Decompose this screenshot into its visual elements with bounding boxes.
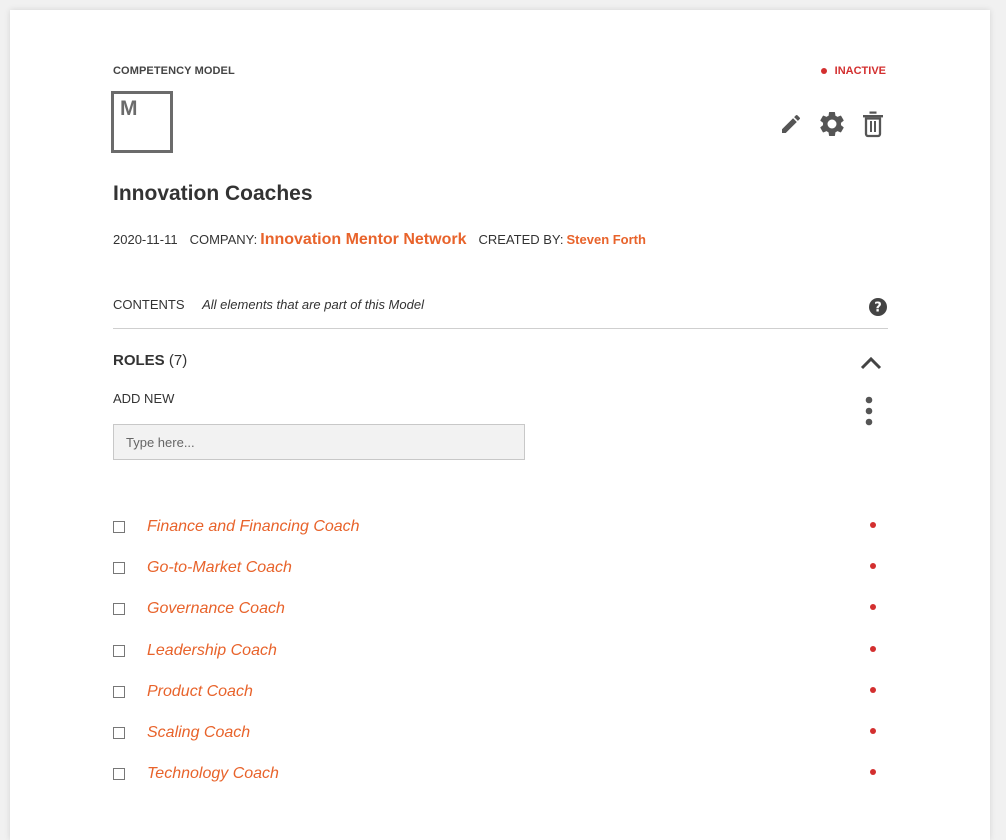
model-icon-letter: M (120, 97, 138, 120)
more-vertical-icon[interactable] (865, 396, 873, 431)
created-by-label: CREATED BY: (478, 232, 564, 247)
contents-header: CONTENTS All elements that are part of t… (113, 297, 888, 329)
trash-icon[interactable] (861, 110, 885, 138)
roles-count: (7) (168, 352, 188, 369)
role-checkbox[interactable] (113, 603, 125, 616)
status-dot-icon (870, 562, 876, 569)
role-checkbox[interactable] (113, 685, 125, 698)
list-item: Product Coach (113, 671, 878, 712)
role-link[interactable]: Scaling Coach (147, 724, 250, 742)
status-dot-icon (870, 645, 876, 652)
model-actions (779, 109, 885, 139)
page-title: Innovation Coaches (113, 182, 313, 205)
pencil-icon[interactable] (779, 112, 803, 136)
add-role-input[interactable] (113, 424, 525, 460)
help-icon[interactable]: ? (868, 297, 888, 320)
contents-label: CONTENTS (113, 297, 185, 312)
svg-text:?: ? (874, 301, 882, 316)
contents-description: All elements that are part of this Model (202, 297, 424, 312)
company-label: COMPANY: (189, 232, 258, 247)
gear-icon[interactable] (817, 109, 847, 139)
role-checkbox[interactable] (113, 768, 125, 781)
model-meta: 2020-11-11 COMPANY: Innovation Mentor Ne… (113, 231, 646, 249)
role-link[interactable]: Leadership Coach (147, 642, 277, 660)
role-checkbox[interactable] (113, 520, 125, 533)
status-dot-icon (870, 604, 876, 611)
roles-list: Finance and Financing Coach Go-to-Market… (113, 506, 878, 795)
role-link[interactable]: Product Coach (147, 683, 253, 701)
status-dot-icon (820, 68, 827, 74)
created-date: 2020-11-11 (113, 232, 178, 247)
status-dot-icon (870, 769, 876, 776)
creator-link[interactable]: Steven Forth (567, 232, 646, 247)
company-link[interactable]: Innovation Mentor Network (260, 231, 466, 249)
role-checkbox[interactable] (113, 644, 125, 657)
model-type-label: COMPETENCY MODEL (113, 65, 235, 77)
list-item: Scaling Coach (113, 712, 878, 753)
role-link[interactable]: Governance Coach (147, 600, 285, 618)
role-checkbox[interactable] (113, 561, 125, 574)
role-link[interactable]: Technology Coach (147, 765, 279, 783)
list-item: Governance Coach (113, 589, 878, 630)
list-item: Leadership Coach (113, 630, 878, 671)
list-item: Finance and Financing Coach (113, 506, 878, 547)
role-link[interactable]: Go-to-Market Coach (147, 559, 292, 577)
roles-heading: ROLES (7) (113, 352, 187, 369)
add-new-label: ADD NEW (113, 391, 175, 406)
model-letter-icon: M (111, 91, 173, 153)
role-link[interactable]: Finance and Financing Coach (147, 518, 360, 536)
status-label: INACTIVE (834, 65, 886, 77)
status-badge: INACTIVE (820, 65, 886, 77)
list-item: Technology Coach (113, 754, 878, 795)
role-checkbox[interactable] (113, 727, 125, 740)
model-card: COMPETENCY MODEL INACTIVE M Innovation C… (10, 10, 990, 840)
status-dot-icon (870, 686, 876, 693)
roles-heading-label: ROLES (113, 352, 165, 369)
list-item: Go-to-Market Coach (113, 547, 878, 588)
chevron-up-icon[interactable] (860, 356, 882, 375)
status-dot-icon (870, 728, 876, 735)
status-dot-icon (870, 521, 876, 528)
